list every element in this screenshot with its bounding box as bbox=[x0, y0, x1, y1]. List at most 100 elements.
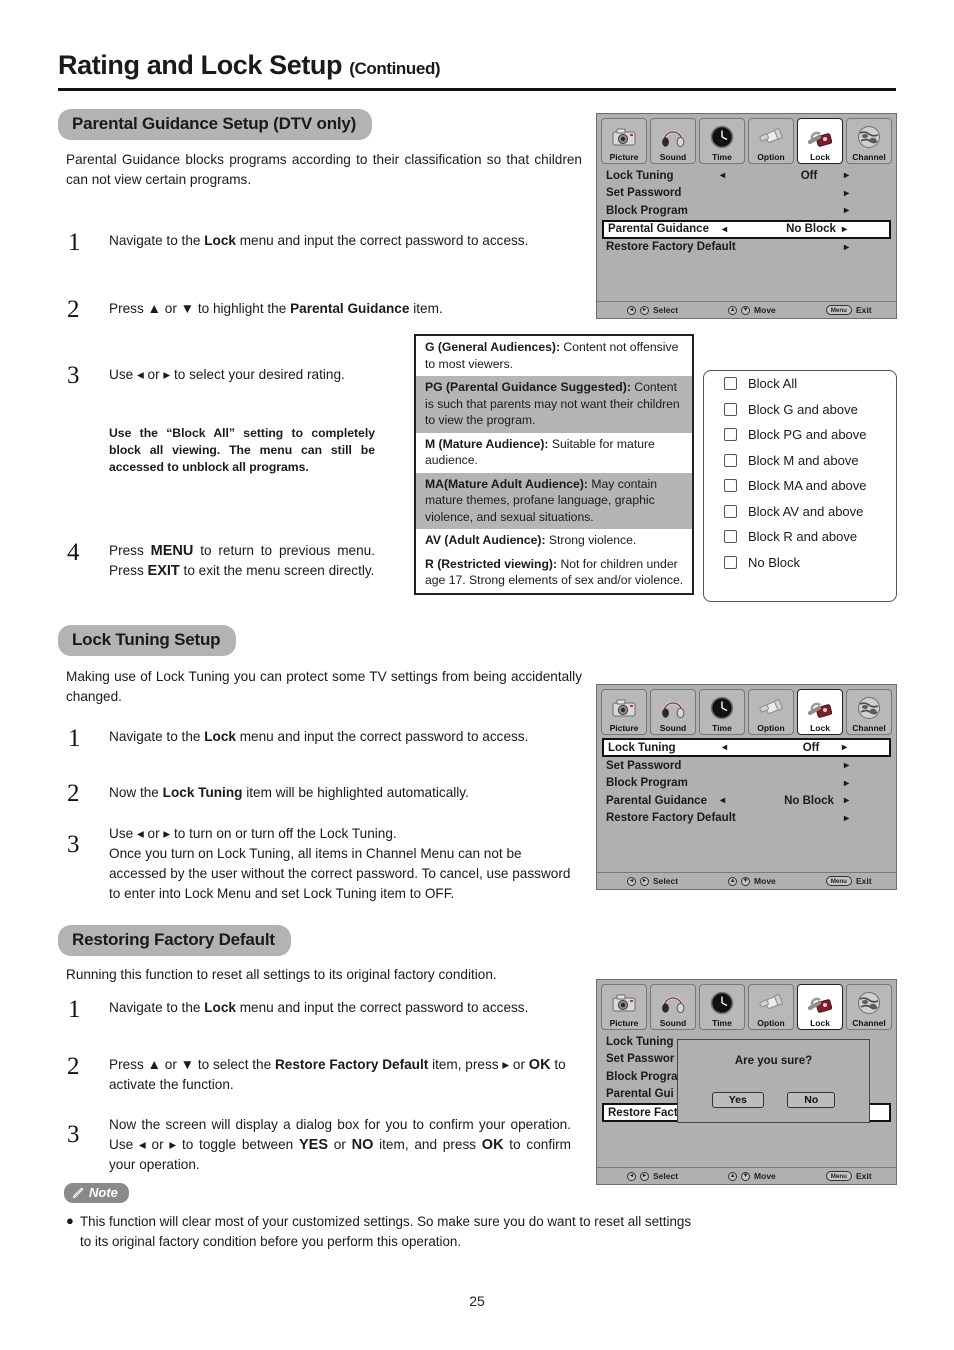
section-heading-restoring-factory-default: Restoring Factory Default bbox=[58, 925, 291, 956]
osd-tab-time[interactable]: Time bbox=[699, 118, 745, 164]
checkbox-icon[interactable] bbox=[724, 504, 737, 518]
osd-menu-row[interactable]: Lock Tuning ◂ Off ▸ bbox=[602, 167, 891, 185]
checkbox-icon[interactable] bbox=[724, 453, 737, 467]
osd-tab-picture[interactable]: Picture bbox=[601, 689, 647, 735]
osd-tab-label: Sound bbox=[659, 723, 687, 733]
osd-menu-row[interactable]: Block Program ▸ bbox=[602, 775, 891, 793]
osd-row-label: Parental Gui bbox=[606, 1088, 674, 1101]
checkbox-icon[interactable] bbox=[724, 377, 737, 391]
osd-tab-option[interactable]: Option bbox=[748, 689, 794, 735]
osd-tab-option[interactable]: Option bbox=[748, 984, 794, 1030]
block-option-row[interactable]: Block MA and above bbox=[704, 473, 896, 499]
right-arrow-icon[interactable]: ▸ bbox=[844, 778, 849, 789]
osd-menu-row[interactable]: Parental Guidance ◂ No Block ▸ bbox=[602, 792, 891, 810]
left-key-icon: ◂ bbox=[627, 305, 636, 315]
osd-row-value: No Block bbox=[786, 223, 836, 235]
osd-menu-row[interactable]: Restore Factory Default ▸ bbox=[602, 239, 891, 257]
osd-row-label: Lock Tuning bbox=[608, 741, 676, 754]
dialog-yes-button[interactable]: Yes bbox=[711, 1092, 764, 1108]
block-option-row[interactable]: Block All bbox=[704, 371, 896, 397]
right-arrow-icon[interactable]: ▸ bbox=[844, 813, 849, 824]
osd-tab-label: Picture bbox=[609, 723, 639, 733]
osd-menu-row[interactable]: Set Password ▸ bbox=[602, 757, 891, 775]
osd-menu-row[interactable]: Parental Guidance ◂ No Block ▸ bbox=[602, 219, 891, 239]
rating-definition-row: M (Mature Audience): Suitable for mature… bbox=[416, 433, 692, 473]
block-option-row[interactable]: Block M and above bbox=[704, 448, 896, 474]
osd-hint-move-label: Move bbox=[754, 305, 776, 315]
step-number: 3 bbox=[67, 1121, 80, 1148]
right-key-icon: ▸ bbox=[640, 1171, 649, 1181]
headphones-icon bbox=[659, 122, 687, 152]
menu-key-icon: Menu bbox=[825, 1171, 852, 1181]
right-arrow-icon[interactable]: ▸ bbox=[844, 795, 849, 806]
checkbox-icon[interactable] bbox=[724, 479, 737, 493]
manual-page: Rating and Lock Setup (Continued) Parent… bbox=[0, 0, 954, 1350]
checkbox-icon[interactable] bbox=[724, 402, 737, 416]
right-arrow-icon[interactable]: ▸ bbox=[844, 188, 849, 199]
checkbox-icon[interactable] bbox=[724, 530, 737, 544]
osd-menu-row[interactable]: Set Password ▸ bbox=[602, 185, 891, 203]
note-text: This function will clear most of your cu… bbox=[80, 1214, 692, 1249]
osd-tab-channel[interactable]: Channel bbox=[846, 118, 892, 164]
dialog-no-button[interactable]: No bbox=[787, 1092, 836, 1108]
left-arrow-icon[interactable]: ◂ bbox=[720, 795, 725, 806]
plug-icon bbox=[757, 988, 785, 1018]
right-arrow-icon[interactable]: ▸ bbox=[842, 742, 847, 753]
rating-description: Strong violence. bbox=[548, 533, 637, 547]
checkbox-icon[interactable] bbox=[724, 555, 737, 569]
step-text: Press MENU to return to previous menu. P… bbox=[109, 543, 376, 579]
osd-tab-lock[interactable]: Lock bbox=[797, 689, 843, 735]
osd-tab-lock[interactable]: Lock bbox=[797, 984, 843, 1030]
camera-icon bbox=[610, 122, 638, 152]
step-text: Navigate to the Lock menu and input the … bbox=[109, 729, 529, 744]
osd-tab-channel[interactable]: Channel bbox=[846, 984, 892, 1030]
right-arrow-icon[interactable]: ▸ bbox=[844, 242, 849, 253]
osd-menu-row[interactable]: Restore Factory Default ▸ bbox=[602, 810, 891, 828]
osd-tab-sound[interactable]: Sound bbox=[650, 984, 696, 1030]
osd-tab-time[interactable]: Time bbox=[699, 984, 745, 1030]
osd-tab-sound[interactable]: Sound bbox=[650, 689, 696, 735]
right-arrow-icon[interactable]: ▸ bbox=[844, 760, 849, 771]
rating-definition-row: PG (Parental Guidance Suggested): Conten… bbox=[416, 376, 692, 433]
osd-tab-sound[interactable]: Sound bbox=[650, 118, 696, 164]
left-arrow-icon[interactable]: ◂ bbox=[720, 170, 725, 181]
osd-tab-label: Lock bbox=[810, 1018, 830, 1028]
block-option-row[interactable]: Block R and above bbox=[704, 524, 896, 550]
osd-hint-move-label: Move bbox=[754, 1171, 776, 1181]
osd-tab-picture[interactable]: Picture bbox=[601, 118, 647, 164]
osd-hint-exit: Menu Exit bbox=[825, 1171, 872, 1181]
osd-tab-picture[interactable]: Picture bbox=[601, 984, 647, 1030]
step-number: 2 bbox=[67, 780, 80, 807]
left-arrow-icon[interactable]: ◂ bbox=[722, 224, 727, 235]
lock-tuning-intro-paragraph: Making use of Lock Tuning you can protec… bbox=[66, 669, 582, 704]
right-arrow-icon[interactable]: ▸ bbox=[844, 170, 849, 181]
down-key-icon: ▼ bbox=[741, 876, 751, 886]
osd-menu-row[interactable]: Block Program ▸ bbox=[602, 202, 891, 220]
checkbox-icon[interactable] bbox=[724, 428, 737, 442]
osd-tab-channel[interactable]: Channel bbox=[846, 689, 892, 735]
block-option-row[interactable]: Block PG and above bbox=[704, 422, 896, 448]
right-arrow-icon[interactable]: ▸ bbox=[844, 205, 849, 216]
padlock-icon bbox=[806, 693, 834, 723]
osd-menu-row[interactable]: Lock Tuning ◂ Off ▸ bbox=[602, 738, 891, 757]
osd-tab-label: Picture bbox=[609, 1018, 639, 1028]
block-option-label: Block R and above bbox=[748, 529, 858, 545]
block-option-row[interactable]: Block AV and above bbox=[704, 499, 896, 525]
block-option-row[interactable]: No Block bbox=[704, 550, 896, 576]
right-arrow-icon[interactable]: ▸ bbox=[842, 224, 847, 235]
osd-hint-exit: Menu Exit bbox=[825, 305, 872, 315]
osd-row-label: Restore Fact bbox=[608, 1106, 678, 1119]
osd-tab-label: Lock bbox=[810, 723, 830, 733]
globe-icon bbox=[855, 693, 883, 723]
step-text: Now the screen will display a dialog box… bbox=[109, 1117, 571, 1172]
globe-icon bbox=[855, 122, 883, 152]
block-option-row[interactable]: Block G and above bbox=[704, 397, 896, 423]
right-key-icon: ▸ bbox=[640, 876, 649, 886]
osd-tab-time[interactable]: Time bbox=[699, 689, 745, 735]
note-badge: Note bbox=[64, 1183, 129, 1203]
osd-tab-option[interactable]: Option bbox=[748, 118, 794, 164]
osd-tab-lock[interactable]: Lock bbox=[797, 118, 843, 164]
step-number: 3 bbox=[67, 362, 80, 389]
left-arrow-icon[interactable]: ◂ bbox=[722, 742, 727, 753]
osd-hint-move: ▲ ▼ Move bbox=[728, 305, 776, 315]
